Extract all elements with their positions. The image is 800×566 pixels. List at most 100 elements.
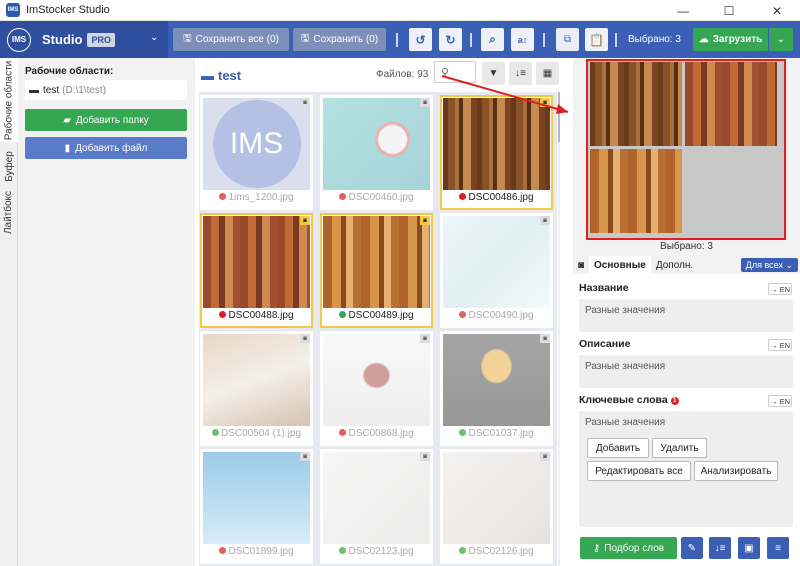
grid-view-icon[interactable]: ▦ xyxy=(536,62,559,85)
toolbar-divider xyxy=(543,33,545,47)
file-name: DSC02126.jpg xyxy=(468,546,534,557)
toolbar-divider xyxy=(396,33,398,47)
search-input[interactable]: ⚲ xyxy=(434,61,476,83)
tab-main[interactable]: Основные xyxy=(589,256,651,274)
paste-icon[interactable]: 📋 xyxy=(585,28,608,51)
scrollbar-thumb[interactable] xyxy=(558,92,560,142)
thumbnail-card[interactable]: IMS ◙ 1ims_1200.jpg xyxy=(200,95,313,210)
add-keyword-button[interactable]: Добавить xyxy=(587,438,649,458)
thumbnail-card[interactable]: ◙ DSC00868.jpg xyxy=(320,331,433,446)
add-file-button[interactable]: ▮ Добавить файл xyxy=(25,137,187,159)
for-all-dropdown[interactable]: Для всех ⌄ xyxy=(740,258,798,272)
translate-title-button[interactable]: → EN xyxy=(768,283,792,295)
camera-icon[interactable]: ◙ xyxy=(573,256,589,274)
thumbnail-caption: DSC00504 (1).jpg xyxy=(202,428,311,439)
thumbnail-card[interactable]: ◙ DSC02126.jpg xyxy=(440,449,553,564)
file-icon: ▮ xyxy=(64,142,71,154)
analyze-button[interactable]: Анализировать xyxy=(694,461,778,481)
search-icon: ⚲ xyxy=(441,66,450,79)
workspace-path: (D:\1\test) xyxy=(62,84,107,96)
thumbnail-caption: DSC01899.jpg xyxy=(202,546,311,557)
save-button[interactable]: 🖫 Сохранить (0) xyxy=(293,28,386,51)
thumbnail-card[interactable]: ◙ DSC01899.jpg xyxy=(200,449,313,564)
thumbnail-caption: DSC01037.jpg xyxy=(442,428,551,439)
thumbnail-caption: 1ims_1200.jpg xyxy=(202,192,311,203)
save-all-label: Сохранить все (0) xyxy=(195,34,279,45)
thumbnail-card[interactable]: ◙ DSC02123.jpg xyxy=(320,449,433,564)
thumbnail-image xyxy=(443,216,550,308)
save-meta-icon[interactable]: ▣ xyxy=(738,537,760,559)
thumbnail-card[interactable]: ◙ DSC01037.jpg xyxy=(440,331,553,446)
thumbnail-card[interactable]: ◙ DSC00489.jpg xyxy=(320,213,433,328)
tab-extra[interactable]: Дополн. xyxy=(651,256,698,274)
remove-keyword-button[interactable]: Удалить xyxy=(652,438,707,458)
camera-icon: ◙ xyxy=(540,98,550,107)
sort-az-icon[interactable]: a↕ xyxy=(511,28,534,51)
status-dot xyxy=(211,429,219,436)
keywords-badge: 1 xyxy=(670,397,679,405)
maximize-button[interactable]: ☐ xyxy=(706,0,752,21)
tab-lightbox[interactable]: Лайтбокс xyxy=(0,188,18,236)
thumbnail-card[interactable]: ◙ DSC00460.jpg xyxy=(320,95,433,210)
thumbnail-image xyxy=(323,98,430,190)
save-all-icon: 🖫 xyxy=(183,33,192,44)
copy-icon[interactable]: ⧉ xyxy=(556,28,579,51)
toolbar-divider xyxy=(470,33,472,47)
pencil-icon[interactable]: ✎ xyxy=(681,537,703,559)
file-name: DSC00489.jpg xyxy=(348,310,414,321)
workspace-item[interactable]: ▬ test (D:\1\test) xyxy=(25,80,187,100)
add-folder-button[interactable]: ▰ Добавить папку xyxy=(25,109,187,131)
title-bar: IMS ImStocker Studio — ☐ ✕ xyxy=(0,0,800,21)
sort-keywords-icon[interactable]: ↓≡ xyxy=(709,537,731,559)
menu-icon[interactable]: ≡ xyxy=(767,537,789,559)
add-folder-label: Добавить папку xyxy=(75,114,149,126)
camera-icon: ◙ xyxy=(300,334,310,343)
title-field[interactable]: Разные значения xyxy=(579,299,793,332)
ims-logo: IMS xyxy=(212,100,301,188)
binoculars-icon[interactable]: ⌕ xyxy=(481,28,504,51)
gallery-scrollbar[interactable] xyxy=(558,92,560,566)
upload-menu-chevron-icon[interactable]: ⌄ xyxy=(769,28,793,51)
preview-collage xyxy=(586,59,786,240)
description-label: Описание xyxy=(579,338,631,350)
undo-icon[interactable]: ↺ xyxy=(409,28,432,51)
thumbnail-image xyxy=(323,334,430,426)
camera-icon: ◙ xyxy=(300,216,310,225)
window-title: ImStocker Studio xyxy=(26,4,110,16)
key-icon: ⚷ xyxy=(592,542,601,554)
tab-buffer[interactable]: Буфер xyxy=(0,146,18,186)
sort-icon[interactable]: ↓≡ xyxy=(509,62,532,85)
description-field[interactable]: Разные значения xyxy=(579,355,793,388)
thumbnail-card[interactable]: ◙ DSC00486.jpg xyxy=(440,95,553,210)
toolbar-divider xyxy=(615,33,617,47)
thumbnail-image xyxy=(203,216,310,308)
thumbnail-caption: DSC00868.jpg xyxy=(322,428,431,439)
file-name: DSC01899.jpg xyxy=(228,546,294,557)
thumbnail-image xyxy=(443,334,550,426)
close-button[interactable]: ✕ xyxy=(754,0,800,21)
file-name: DSC00488.jpg xyxy=(228,310,294,321)
upload-button[interactable]: ☁ Загрузить xyxy=(693,28,768,51)
brand-menu[interactable]: IMS Studio PRO ⌄ xyxy=(0,21,168,58)
pro-badge: PRO xyxy=(87,32,115,47)
preview-image xyxy=(685,62,777,146)
filter-icon[interactable]: ▼ xyxy=(482,62,505,85)
workspace-sidebar: Рабочие области: ▬ test (D:\1\test) ▰ До… xyxy=(18,58,195,566)
minimize-button[interactable]: — xyxy=(660,0,706,21)
tab-workspaces[interactable]: Рабочие области xyxy=(0,58,18,142)
pick-words-button[interactable]: ⚷ Подбор слов xyxy=(580,537,677,559)
thumbnail-image xyxy=(203,334,310,426)
camera-icon: ◙ xyxy=(540,452,550,461)
redo-icon[interactable]: ↻ xyxy=(439,28,462,51)
translate-keywords-button[interactable]: → EN xyxy=(768,395,792,407)
edit-all-button[interactable]: Редактировать все xyxy=(587,461,691,481)
file-name: 1ims_1200.jpg xyxy=(228,192,294,203)
save-all-button[interactable]: 🖫 Сохранить все (0) xyxy=(173,28,289,51)
pick-words-label: Подбор слов xyxy=(604,542,665,554)
thumbnail-card[interactable]: ◙ DSC00504 (1).jpg xyxy=(200,331,313,446)
thumbnail-card[interactable]: ◙ DSC00488.jpg xyxy=(200,213,313,328)
thumbnail-card[interactable]: ◙ DSC00490.jpg xyxy=(440,213,553,328)
app-icon: IMS xyxy=(6,3,20,17)
translate-description-button[interactable]: → EN xyxy=(768,339,792,351)
folder-icon: ▬ xyxy=(201,67,214,83)
